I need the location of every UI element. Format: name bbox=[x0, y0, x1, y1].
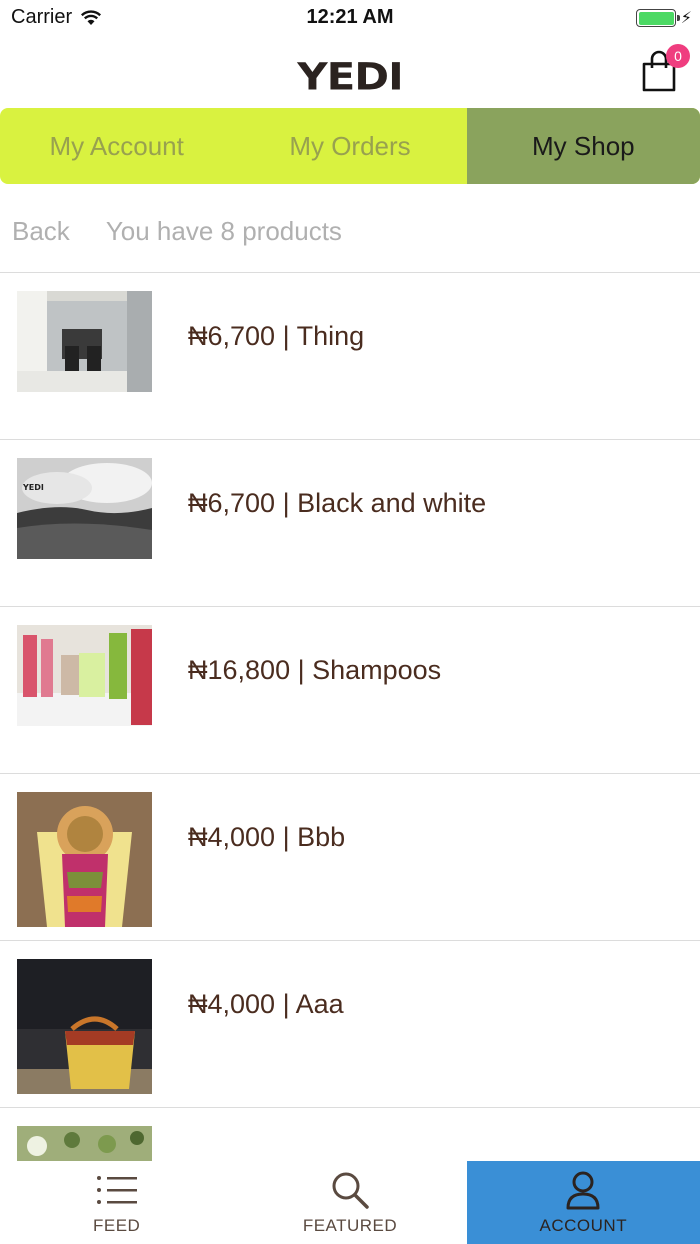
list-item[interactable] bbox=[0, 1108, 700, 1161]
tab-my-orders[interactable]: My Orders bbox=[233, 108, 466, 184]
list-item[interactable]: ₦16,800 | Shampoos bbox=[0, 607, 700, 774]
app-header: YEDI 0 bbox=[0, 40, 700, 104]
status-time: 12:21 AM bbox=[306, 6, 394, 28]
battery-icon bbox=[636, 9, 680, 27]
list-icon bbox=[95, 1168, 139, 1212]
list-item[interactable]: ₦4,000 | Aaa bbox=[0, 941, 700, 1108]
svg-text:YEDI: YEDI bbox=[22, 483, 44, 492]
search-icon bbox=[330, 1168, 370, 1212]
product-label: ₦6,700 | Thing bbox=[188, 321, 365, 351]
nav-featured[interactable]: FEATURED bbox=[233, 1161, 466, 1244]
product-thumbnail bbox=[17, 792, 152, 927]
product-count-text: You have 8 products bbox=[105, 215, 342, 246]
tab-my-account[interactable]: My Account bbox=[0, 108, 233, 184]
list-item[interactable]: YEDI ₦6,700 | Black and white bbox=[0, 440, 700, 607]
product-thumbnail bbox=[17, 1126, 152, 1161]
nav-feed-label: FEED bbox=[92, 1216, 141, 1235]
person-icon bbox=[565, 1168, 601, 1212]
tab-my-shop[interactable]: My Shop bbox=[466, 108, 700, 184]
cart-button[interactable]: 0 bbox=[640, 44, 690, 94]
account-tabs: My Account My Orders My Shop bbox=[0, 108, 700, 184]
nav-account-label: ACCOUNT bbox=[539, 1216, 628, 1235]
nav-feed[interactable]: FEED bbox=[0, 1161, 233, 1244]
product-label: ₦6,700 | Black and white bbox=[188, 488, 487, 518]
product-label: ₦4,000 | Bbb bbox=[188, 822, 346, 852]
list-item[interactable]: ₦6,700 | Thing bbox=[0, 273, 700, 440]
product-list: ₦6,700 | Thing YEDI ₦6,700 | Black and w… bbox=[0, 272, 700, 1161]
charging-icon: ⚡ bbox=[680, 10, 692, 27]
app-logo: YEDI bbox=[297, 54, 404, 99]
product-thumbnail: YEDI bbox=[17, 458, 152, 559]
back-button[interactable]: Back bbox=[12, 216, 70, 247]
shop-subheader: Back You have 8 products bbox=[12, 206, 342, 256]
nav-featured-label: FEATURED bbox=[302, 1216, 398, 1235]
bottom-navigation: FEED FEATURED ACCOUNT bbox=[0, 1161, 700, 1244]
product-thumbnail bbox=[17, 291, 152, 392]
list-item[interactable]: ₦4,000 | Bbb bbox=[0, 774, 700, 941]
product-label: ₦4,000 | Aaa bbox=[188, 989, 344, 1019]
nav-account[interactable]: ACCOUNT bbox=[466, 1161, 700, 1244]
status-bar: Carrier 12:21 AM ⚡ bbox=[0, 0, 700, 36]
product-label: ₦16,800 | Shampoos bbox=[188, 655, 442, 685]
product-thumbnail bbox=[17, 625, 152, 726]
cart-count-badge: 0 bbox=[666, 44, 690, 68]
product-thumbnail bbox=[17, 959, 152, 1094]
